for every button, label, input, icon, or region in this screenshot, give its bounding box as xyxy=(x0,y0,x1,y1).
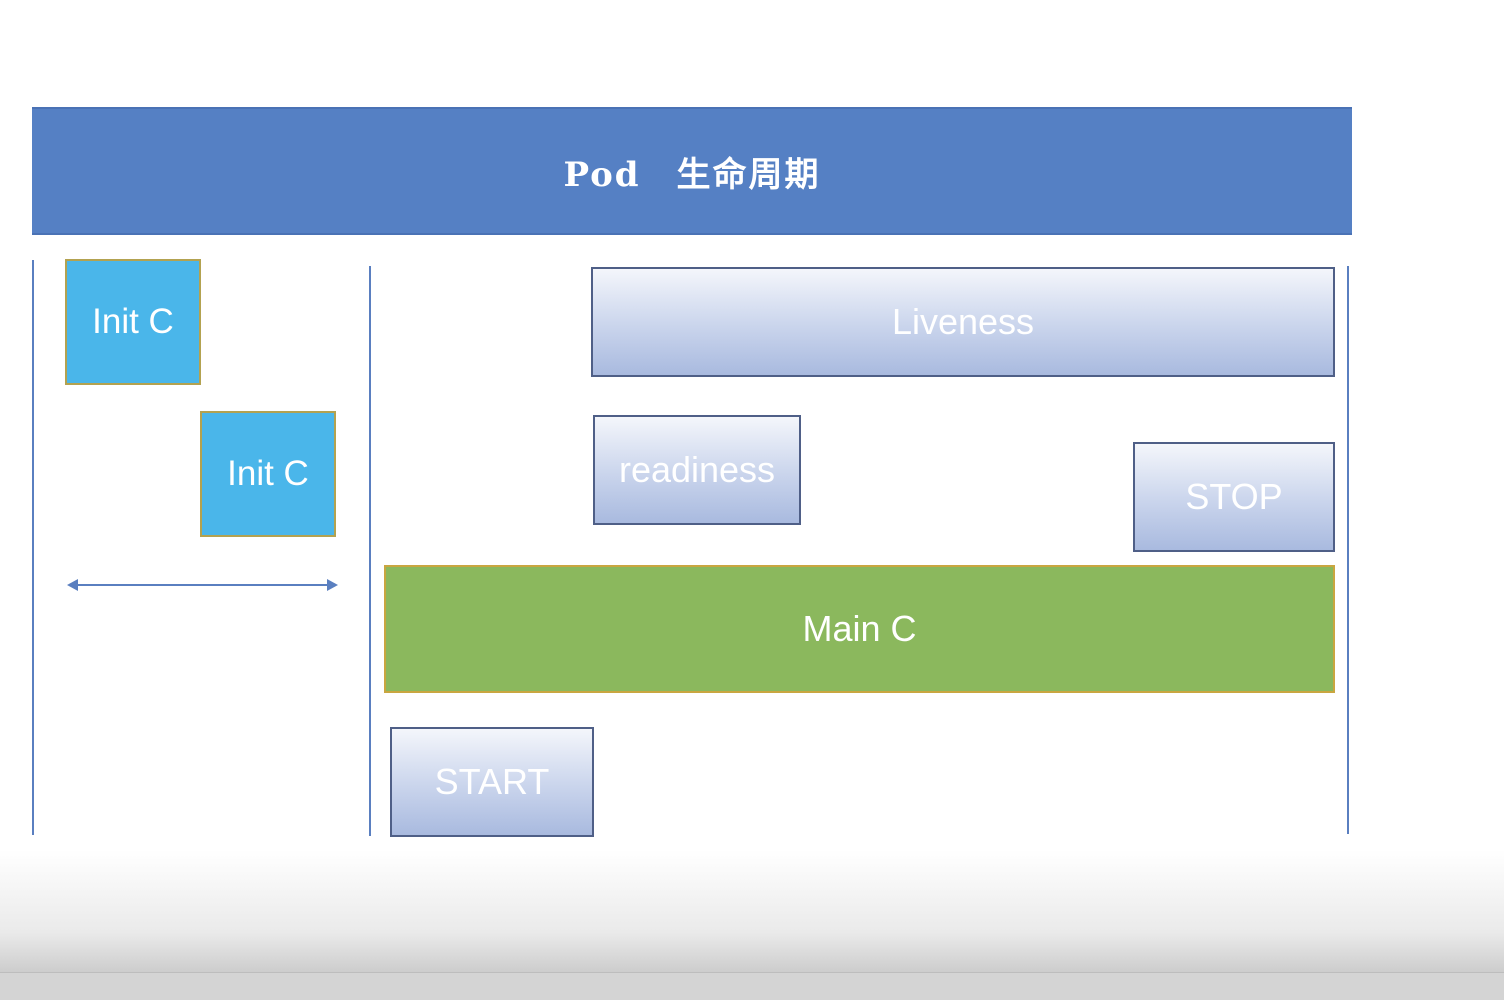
stop-label: STOP xyxy=(1185,476,1283,517)
right-boundary-line xyxy=(1347,266,1349,834)
bottom-player-bar xyxy=(0,972,1504,1000)
start-label: START xyxy=(434,761,550,802)
init-container-2-label: Init C xyxy=(227,454,309,493)
liveness-probe-box: Liveness xyxy=(591,267,1335,377)
main-container-box: Main C xyxy=(384,565,1335,693)
main-container-label: Main C xyxy=(802,608,917,649)
init-phase-double-arrow xyxy=(67,579,338,591)
header-title: Pod 生命周期 xyxy=(563,154,821,195)
readiness-probe-box: readiness xyxy=(593,415,801,525)
left-boundary-line xyxy=(32,260,34,835)
init-container-2: Init C xyxy=(200,411,336,537)
diagram-canvas: Pod 生命周期 Init C Init C Liveness readines… xyxy=(0,0,1504,1000)
init-container-1: Init C xyxy=(65,259,201,385)
start-hook-box: START xyxy=(390,727,594,837)
readiness-label: readiness xyxy=(618,449,776,490)
pod-lifecycle-header: Pod 生命周期 xyxy=(32,107,1352,235)
stop-hook-box: STOP xyxy=(1133,442,1335,552)
init-phase-divider-line xyxy=(369,266,371,836)
init-container-1-label: Init C xyxy=(92,302,174,341)
liveness-label: Liveness xyxy=(891,301,1035,342)
